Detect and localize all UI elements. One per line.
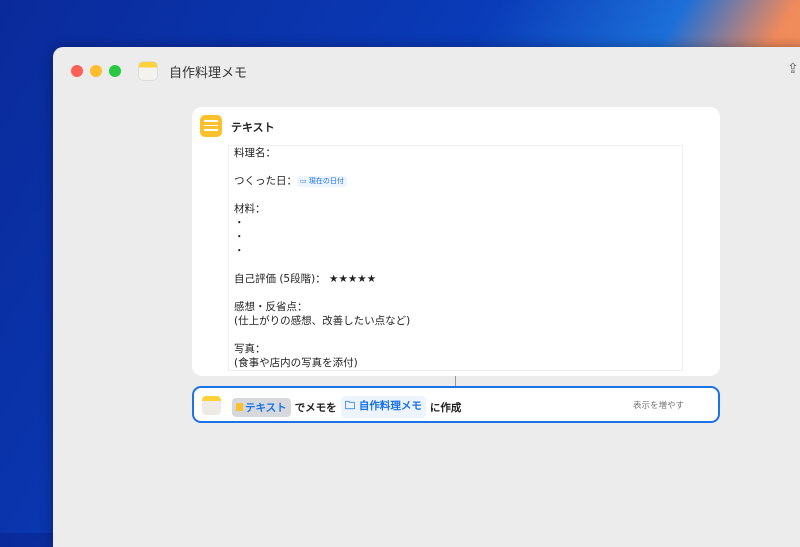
current-date-token[interactable]: ▭ 現在の日付 bbox=[297, 176, 347, 187]
action-text: でメモを bbox=[294, 401, 337, 414]
text-input[interactable]: 料理名： つくった日： ▭ 現在の日付 材料： ・ ・ ・ 自己評価 (5段階)：… bbox=[228, 145, 683, 371]
text-line: 料理名： bbox=[234, 147, 276, 159]
action-text: に作成 bbox=[429, 401, 462, 414]
text-line: 写真： bbox=[234, 343, 266, 355]
close-button[interactable] bbox=[71, 65, 83, 77]
folder-token[interactable]: 🗀 自作料理メモ bbox=[340, 396, 426, 418]
minimize-button[interactable] bbox=[90, 65, 102, 77]
text-line: ・ bbox=[234, 217, 245, 229]
text-action-card: テキスト 料理名： つくった日： ▭ 現在の日付 材料： ・ ・ ・ 自己評価 (… bbox=[192, 107, 720, 376]
text-line: 材料： bbox=[234, 203, 266, 215]
notes-app-icon bbox=[138, 61, 158, 81]
text-line: 自己評価 (5段階)： ★★★★★ bbox=[234, 273, 377, 285]
notes-icon bbox=[202, 396, 221, 415]
text-line: (食事や店内の写真を添付) bbox=[234, 357, 358, 369]
window-title: 自作料理メモ bbox=[169, 66, 248, 81]
share-icon[interactable]: ⇪ bbox=[787, 61, 800, 79]
connector-line bbox=[455, 376, 456, 386]
text-line: (仕上がりの感想、改善したい点など) bbox=[234, 315, 411, 327]
text-variable-token[interactable]: テキスト bbox=[232, 397, 291, 417]
text-line: ・ bbox=[234, 231, 245, 243]
card-title: テキスト bbox=[231, 121, 275, 134]
text-line: 感想・反省点： bbox=[234, 301, 308, 313]
text-icon bbox=[200, 115, 222, 137]
text-line: つくった日： ▭ 現在の日付 bbox=[234, 174, 677, 188]
text-line: ・ bbox=[234, 245, 245, 257]
create-note-action[interactable]: テキスト でメモを 🗀 自作料理メモ に作成 表示を増やす bbox=[192, 386, 720, 423]
traffic-lights bbox=[71, 65, 121, 77]
shortcuts-window: 自作料理メモ ⇪ テキスト 料理名： つくった日： ▭ 現在の日付 材料： ・ ・… bbox=[53, 47, 800, 547]
zoom-button[interactable] bbox=[109, 65, 121, 77]
show-more-button[interactable]: 表示を増やす bbox=[633, 399, 684, 411]
